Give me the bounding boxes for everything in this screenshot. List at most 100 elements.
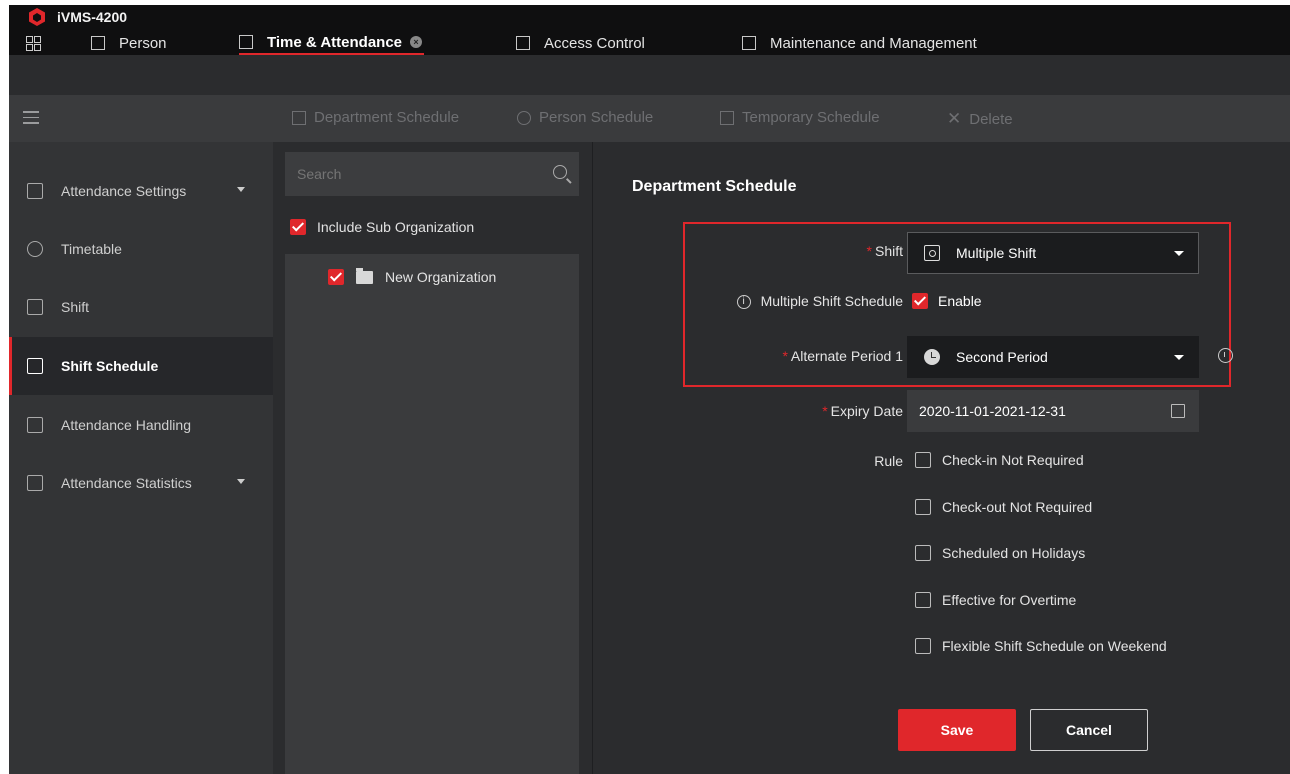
delete-label: Delete [969, 110, 1013, 128]
rule-checkbox[interactable] [915, 452, 931, 468]
rule-option[interactable]: Flexible Shift Schedule on Weekend [915, 638, 1167, 654]
search-box [285, 152, 579, 196]
multiple-shift-label-text: Multiple Shift Schedule [760, 293, 903, 309]
sidebar-item-shift-schedule[interactable]: Shift Schedule [9, 337, 273, 395]
maintenance-icon [742, 36, 756, 50]
tree-node-checkbox[interactable] [328, 269, 344, 285]
sidebar-item-label: Attendance Settings [61, 183, 187, 199]
rule-checkbox[interactable] [915, 638, 931, 654]
organization-tree: New Organization [285, 254, 579, 774]
top-nav: Person Time & Attendance × Access Contro… [9, 31, 1290, 55]
rule-option-label: Scheduled on Holidays [942, 545, 1086, 561]
tab-time-attendance[interactable]: Time & Attendance × [239, 31, 425, 55]
rule-option-label: Flexible Shift Schedule on Weekend [942, 638, 1167, 654]
sidebar-item-attendance-settings[interactable]: Attendance Settings [9, 162, 273, 220]
include-sub-organization[interactable]: Include Sub Organization [290, 219, 474, 235]
rule-checkbox[interactable] [915, 545, 931, 561]
required-mark: * [866, 243, 872, 259]
user-icon [517, 110, 531, 125]
temporary-schedule-button[interactable]: Temporary Schedule [720, 109, 880, 126]
enable-checkbox[interactable] [912, 293, 928, 309]
rule-label: Rule [874, 453, 903, 469]
tab-person[interactable]: Person [91, 31, 167, 55]
clock-icon [924, 349, 940, 365]
chevron-down-icon [1174, 251, 1184, 256]
rule-option-label: Check-out Not Required [942, 499, 1093, 515]
shift-icon [27, 299, 43, 315]
calendar-check-icon [27, 417, 43, 433]
rule-option[interactable]: Check-in Not Required [915, 452, 1084, 468]
alternate-period-label: * Alternate Period 1 [782, 348, 903, 364]
clock-icon [27, 241, 43, 257]
rule-option[interactable]: Scheduled on Holidays [915, 545, 1085, 561]
app-window: iVMS-4200 Person Time & Attendance × Acc… [9, 5, 1290, 774]
tab-time-attendance-label: Time & Attendance [267, 33, 403, 51]
sidebar-item-shift[interactable]: Shift [9, 278, 273, 336]
multiple-shift-label: i Multiple Shift Schedule [736, 293, 903, 310]
rule-checkbox[interactable] [915, 499, 931, 515]
apps-grid-button[interactable] [26, 31, 41, 55]
shift-label-text: Shift [874, 243, 903, 259]
org-chart-icon [292, 110, 306, 125]
search-icon[interactable] [553, 165, 567, 179]
tree-node-label: New Organization [385, 269, 497, 285]
rule-option[interactable]: Check-out Not Required [915, 499, 1092, 515]
add-period-icon[interactable] [1218, 348, 1233, 363]
cancel-button[interactable]: Cancel [1030, 709, 1148, 751]
calendar-clock-icon [720, 110, 734, 125]
alternate-period-select[interactable]: Second Period [907, 336, 1199, 378]
sidebar-item-label: Shift [61, 299, 90, 315]
tab-maintenance[interactable]: Maintenance and Management [742, 31, 977, 55]
close-tab-icon[interactable]: × [410, 36, 423, 48]
toolbar: Department Schedule Person Schedule Temp… [9, 95, 1290, 142]
person-schedule-button[interactable]: Person Schedule [517, 109, 653, 126]
organization-panel: Include Sub Organization New Organizatio… [285, 152, 579, 774]
chevron-down-icon [237, 479, 245, 484]
search-input[interactable] [285, 152, 545, 196]
grid-icon [26, 35, 41, 51]
folder-icon [356, 267, 373, 284]
expiry-date-input[interactable]: 2020-11-01-2021-12-31 [907, 390, 1199, 432]
shift-icon [924, 245, 940, 261]
app-logo-icon [29, 8, 45, 26]
page-title: Department Schedule [632, 178, 797, 195]
alternate-period-label-text: Alternate Period 1 [790, 348, 903, 364]
sidebar-item-label: Shift Schedule [61, 358, 159, 374]
tab-maintenance-label: Maintenance and Management [770, 34, 977, 52]
calendar-icon [239, 35, 253, 49]
sidebar-item-attendance-handling[interactable]: Attendance Handling [9, 396, 273, 454]
info-icon[interactable]: i [736, 295, 751, 310]
sidebar-item-attendance-statistics[interactable]: Attendance Statistics [9, 454, 273, 512]
title-bar: iVMS-4200 Person Time & Attendance × Acc… [9, 5, 1290, 55]
required-mark: * [822, 403, 828, 419]
shift-select[interactable]: Multiple Shift [907, 232, 1199, 274]
department-schedule-button[interactable]: Department Schedule [292, 109, 459, 126]
close-icon: ✕ [947, 109, 962, 128]
sidebar-item-timetable[interactable]: Timetable [9, 220, 273, 278]
app-title: iVMS-4200 [57, 9, 128, 25]
menu-toggle-icon[interactable] [23, 111, 39, 128]
include-sub-checkbox[interactable] [290, 219, 306, 235]
tab-person-label: Person [119, 34, 167, 52]
temporary-schedule-label: Temporary Schedule [742, 109, 880, 126]
calendar-icon [27, 183, 43, 199]
chevron-down-icon [237, 187, 245, 192]
include-sub-label: Include Sub Organization [317, 219, 475, 235]
rule-option[interactable]: Effective for Overtime [915, 592, 1076, 608]
save-button[interactable]: Save [898, 709, 1016, 751]
tab-access-control[interactable]: Access Control [516, 31, 645, 55]
statistics-icon [27, 475, 43, 491]
tree-node-new-organization[interactable]: New Organization [328, 267, 497, 285]
enable-toggle[interactable]: Enable [912, 293, 982, 309]
rule-option-label: Effective for Overtime [942, 592, 1077, 608]
sidebar-item-label: Attendance Statistics [61, 475, 192, 491]
calendar-icon[interactable] [1171, 404, 1185, 418]
person-schedule-label: Person Schedule [539, 109, 654, 126]
shift-select-value: Multiple Shift [956, 245, 1037, 261]
expiry-date-value: 2020-11-01-2021-12-31 [919, 403, 1066, 419]
delete-button[interactable]: ✕ Delete [947, 109, 1013, 129]
rule-checkbox[interactable] [915, 592, 931, 608]
schedule-icon [27, 358, 43, 374]
sidebar-item-label: Attendance Handling [61, 417, 191, 433]
alternate-period-value: Second Period [956, 349, 1048, 365]
